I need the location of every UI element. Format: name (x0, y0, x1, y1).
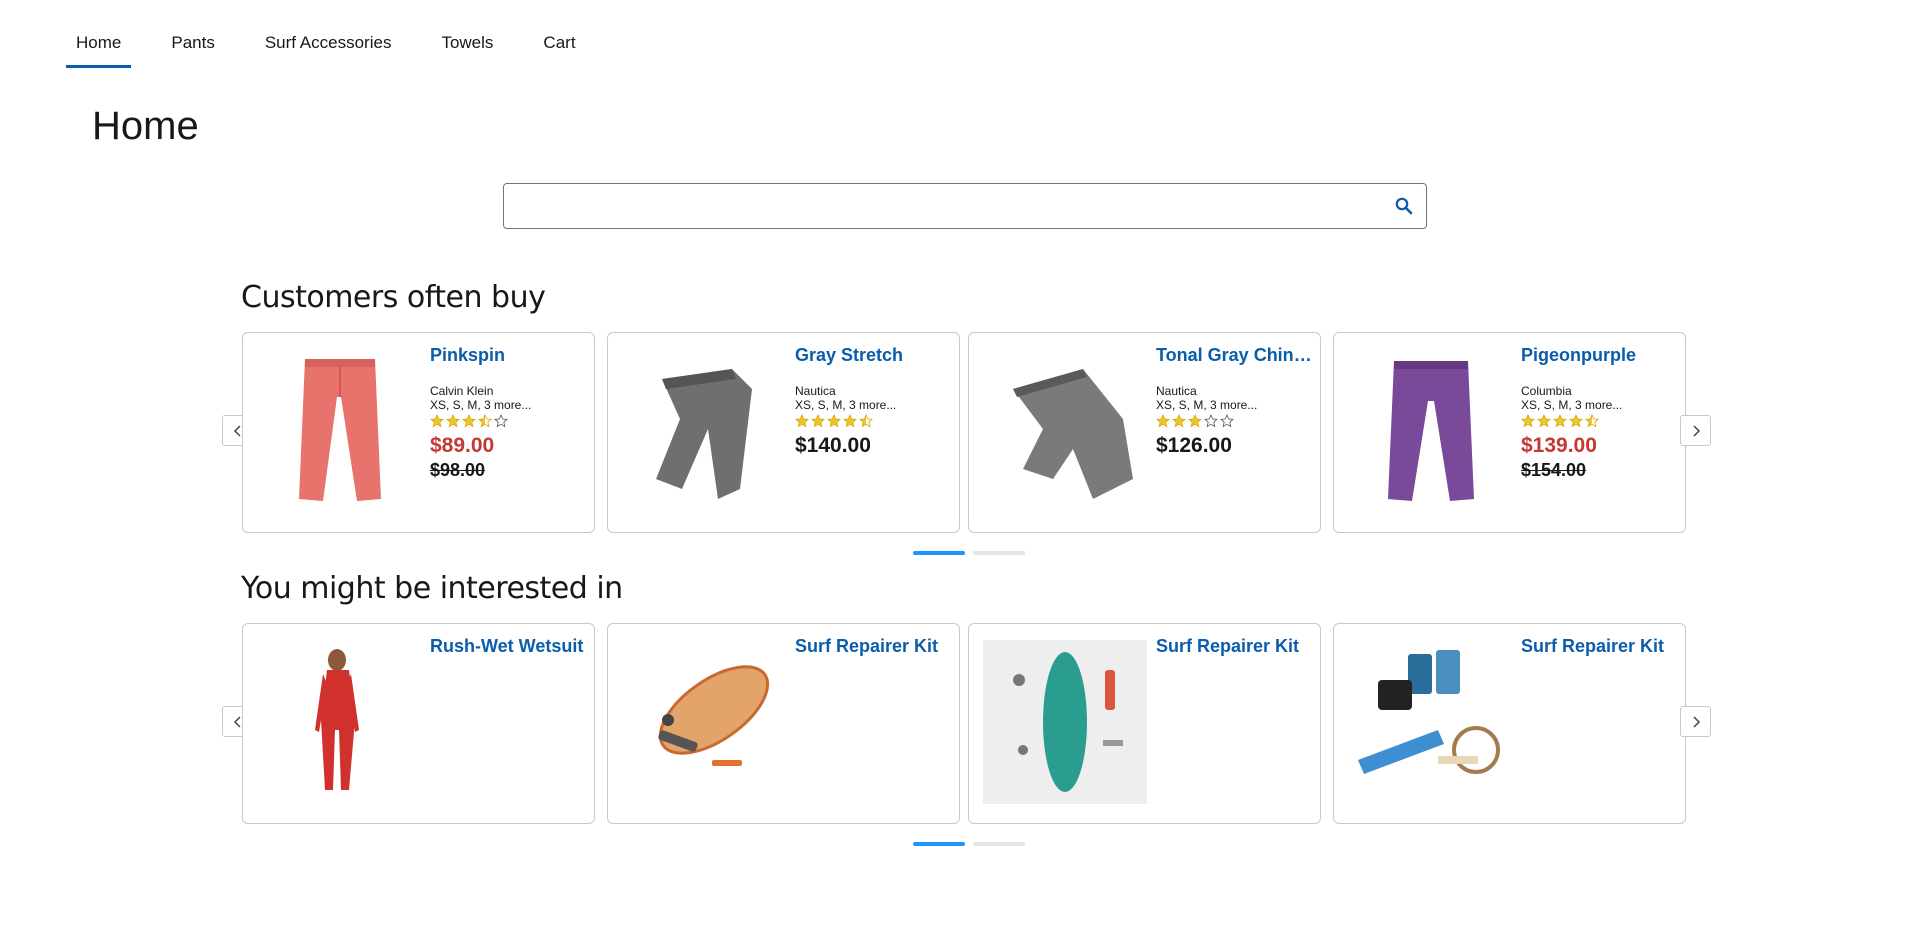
pagination-dot[interactable] (973, 842, 1025, 846)
product-card[interactable]: Gray Stretch Nautica XS, S, M, 3 more...… (607, 332, 960, 533)
product-original-price: $98.00 (430, 460, 486, 480)
product-card[interactable]: Pinkspin Calvin Klein XS, S, M, 3 more..… (242, 332, 595, 533)
star-icon (446, 414, 460, 428)
product-price: $89.00 (430, 434, 495, 457)
product-image-surfboard-kit (622, 640, 786, 804)
product-price: $139.00 (1521, 434, 1597, 457)
star-icon (1585, 414, 1599, 428)
pagination-dot[interactable] (913, 551, 965, 555)
carousel-pagination (913, 551, 1033, 555)
product-price: $140.00 (795, 434, 871, 457)
star-rating (1156, 414, 1312, 428)
product-brand: Nautica (1156, 384, 1197, 398)
product-sizes: XS, S, M, 3 more... (795, 398, 897, 412)
product-price: $126.00 (1156, 434, 1232, 457)
page-title: Home (92, 104, 199, 148)
star-icon (1156, 414, 1170, 428)
product-card[interactable]: Surf Repairer Kit (1333, 623, 1686, 824)
product-sizes: XS, S, M, 3 more... (1156, 398, 1258, 412)
product-brand: Columbia (1521, 384, 1572, 398)
star-icon (1188, 414, 1202, 428)
product-card[interactable]: Pigeonpurple Columbia XS, S, M, 3 more..… (1333, 332, 1686, 533)
product-card[interactable]: Rush-Wet Wetsuit (242, 623, 595, 824)
product-sizes: XS, S, M, 3 more... (1521, 398, 1623, 412)
nav-item-cart[interactable]: Cart (533, 0, 585, 68)
product-original-price: $154.00 (1521, 460, 1587, 480)
star-icon (811, 414, 825, 428)
product-brand: Calvin Klein (430, 384, 494, 398)
chevron-right-icon (1692, 424, 1700, 437)
product-title[interactable]: Pinkspin (430, 345, 586, 366)
chevron-right-icon (1692, 715, 1700, 728)
star-icon (1521, 414, 1535, 428)
product-sizes: XS, S, M, 3 more... (430, 398, 532, 412)
search-box (503, 183, 1427, 230)
top-nav: Home Pants Surf Accessories Towels Cart (66, 0, 616, 68)
star-icon (462, 414, 476, 428)
star-rating (1521, 414, 1677, 428)
product-cards: Rush-Wet Wetsuit Surf Repairer Kit Surf … (242, 623, 1686, 824)
star-rating (430, 414, 586, 428)
product-image-gray-pants (622, 349, 786, 513)
product-image-repair-cans (1348, 640, 1512, 804)
search-input[interactable] (514, 184, 1378, 230)
star-icon (795, 414, 809, 428)
star-icon (827, 414, 841, 428)
product-title[interactable]: Tonal Gray Chinos (1156, 345, 1312, 366)
star-icon (494, 414, 508, 428)
product-title[interactable]: Surf Repairer Kit (1156, 636, 1312, 657)
product-title[interactable]: Gray Stretch (795, 345, 951, 366)
carousel-next-button[interactable] (1680, 706, 1711, 737)
section-heading-customers-often-buy: Customers often buy (241, 280, 546, 315)
pagination-dot[interactable] (973, 551, 1025, 555)
product-cards: Pinkspin Calvin Klein XS, S, M, 3 more..… (242, 332, 1686, 533)
star-rating (795, 414, 951, 428)
product-brand: Nautica (795, 384, 836, 398)
product-image-teal-board-kit (983, 640, 1147, 804)
product-title[interactable]: Pigeonpurple (1521, 345, 1677, 366)
product-card[interactable]: Surf Repairer Kit (607, 623, 960, 824)
product-image-gray-chinos (983, 349, 1147, 513)
nav-item-surf-accessories[interactable]: Surf Accessories (255, 0, 402, 68)
nav-item-towels[interactable]: Towels (431, 0, 503, 68)
star-icon (430, 414, 444, 428)
star-icon (1204, 414, 1218, 428)
product-card[interactable]: Tonal Gray Chinos Nautica XS, S, M, 3 mo… (968, 332, 1321, 533)
star-icon (843, 414, 857, 428)
product-image-wetsuit (257, 640, 421, 804)
product-card[interactable]: Surf Repairer Kit (968, 623, 1321, 824)
star-icon (1220, 414, 1234, 428)
star-icon (859, 414, 873, 428)
pagination-dot[interactable] (913, 842, 965, 846)
product-title[interactable]: Surf Repairer Kit (1521, 636, 1677, 657)
section-heading-you-might-be-interested-in: You might be interested in (241, 571, 623, 606)
nav-item-pants[interactable]: Pants (161, 0, 224, 68)
star-icon (1553, 414, 1567, 428)
carousel-pagination (913, 842, 1033, 846)
product-image-pink-pants (257, 349, 421, 513)
nav-item-home[interactable]: Home (66, 0, 132, 68)
star-icon (1537, 414, 1551, 428)
product-title[interactable]: Rush-Wet Wetsuit (430, 636, 586, 657)
star-icon (1172, 414, 1186, 428)
carousel-next-button[interactable] (1680, 415, 1711, 446)
star-icon (478, 414, 492, 428)
search-icon[interactable] (1394, 196, 1414, 216)
product-title[interactable]: Surf Repairer Kit (795, 636, 951, 657)
star-icon (1569, 414, 1583, 428)
product-image-purple-pants (1348, 349, 1512, 513)
